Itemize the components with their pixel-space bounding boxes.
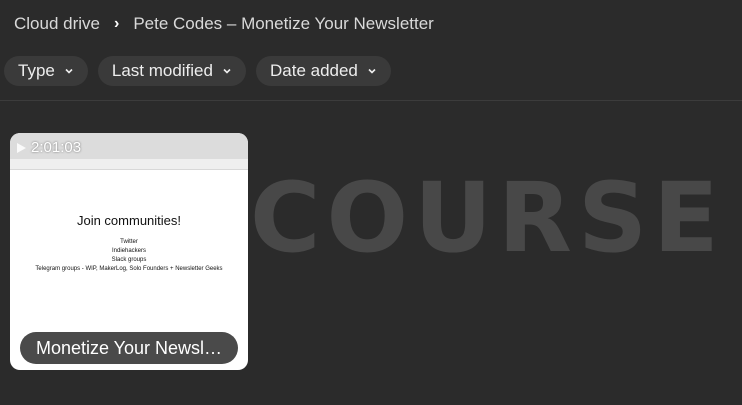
breadcrumb-root[interactable]: Cloud drive xyxy=(14,14,100,34)
thumbnail-toolbar-row xyxy=(10,159,248,170)
breadcrumb-current: Pete Codes – Monetize Your Newsletter xyxy=(133,14,434,33)
filter-label: Type xyxy=(18,61,55,80)
play-icon xyxy=(17,142,26,153)
filter-bar: Type Last modified Date added xyxy=(4,56,391,86)
filter-type-button[interactable]: Type xyxy=(4,56,88,86)
thumbnail-line: Indiehackers xyxy=(111,248,147,254)
filter-label: Last modified xyxy=(111,61,213,80)
video-card[interactable]: 2:01:03 Join communities! Twitter Indieh… xyxy=(10,133,248,370)
chevron-down-icon xyxy=(223,68,231,74)
chevron-down-icon xyxy=(368,68,376,74)
thumbnail-line: Telegram groups - WIP, MakerLog, Solo Fo… xyxy=(35,266,223,272)
duration-text: 2:01:03 xyxy=(31,139,82,156)
thumbnail-line: Twitter xyxy=(120,239,138,245)
filter-date-added-button[interactable]: Date added xyxy=(255,56,391,86)
thumbnail-content: Join communities! Twitter Indiehackers S… xyxy=(10,213,248,274)
chevron-down-icon xyxy=(65,68,73,74)
divider xyxy=(0,100,742,101)
duration-badge: 2:01:03 xyxy=(16,139,81,156)
thumbnail-line: Slack groups xyxy=(111,257,147,263)
filter-label: Date added xyxy=(269,61,358,80)
video-title: Monetize Your Newsl… xyxy=(20,332,238,364)
chevron-right-icon: › xyxy=(114,15,120,32)
watermark-text: COURSE xyxy=(250,162,725,274)
thumbnail-heading: Join communities! xyxy=(76,213,182,228)
breadcrumb: Cloud drive › Pete Codes – Monetize Your… xyxy=(14,14,434,34)
filter-last-modified-button[interactable]: Last modified xyxy=(97,56,246,86)
